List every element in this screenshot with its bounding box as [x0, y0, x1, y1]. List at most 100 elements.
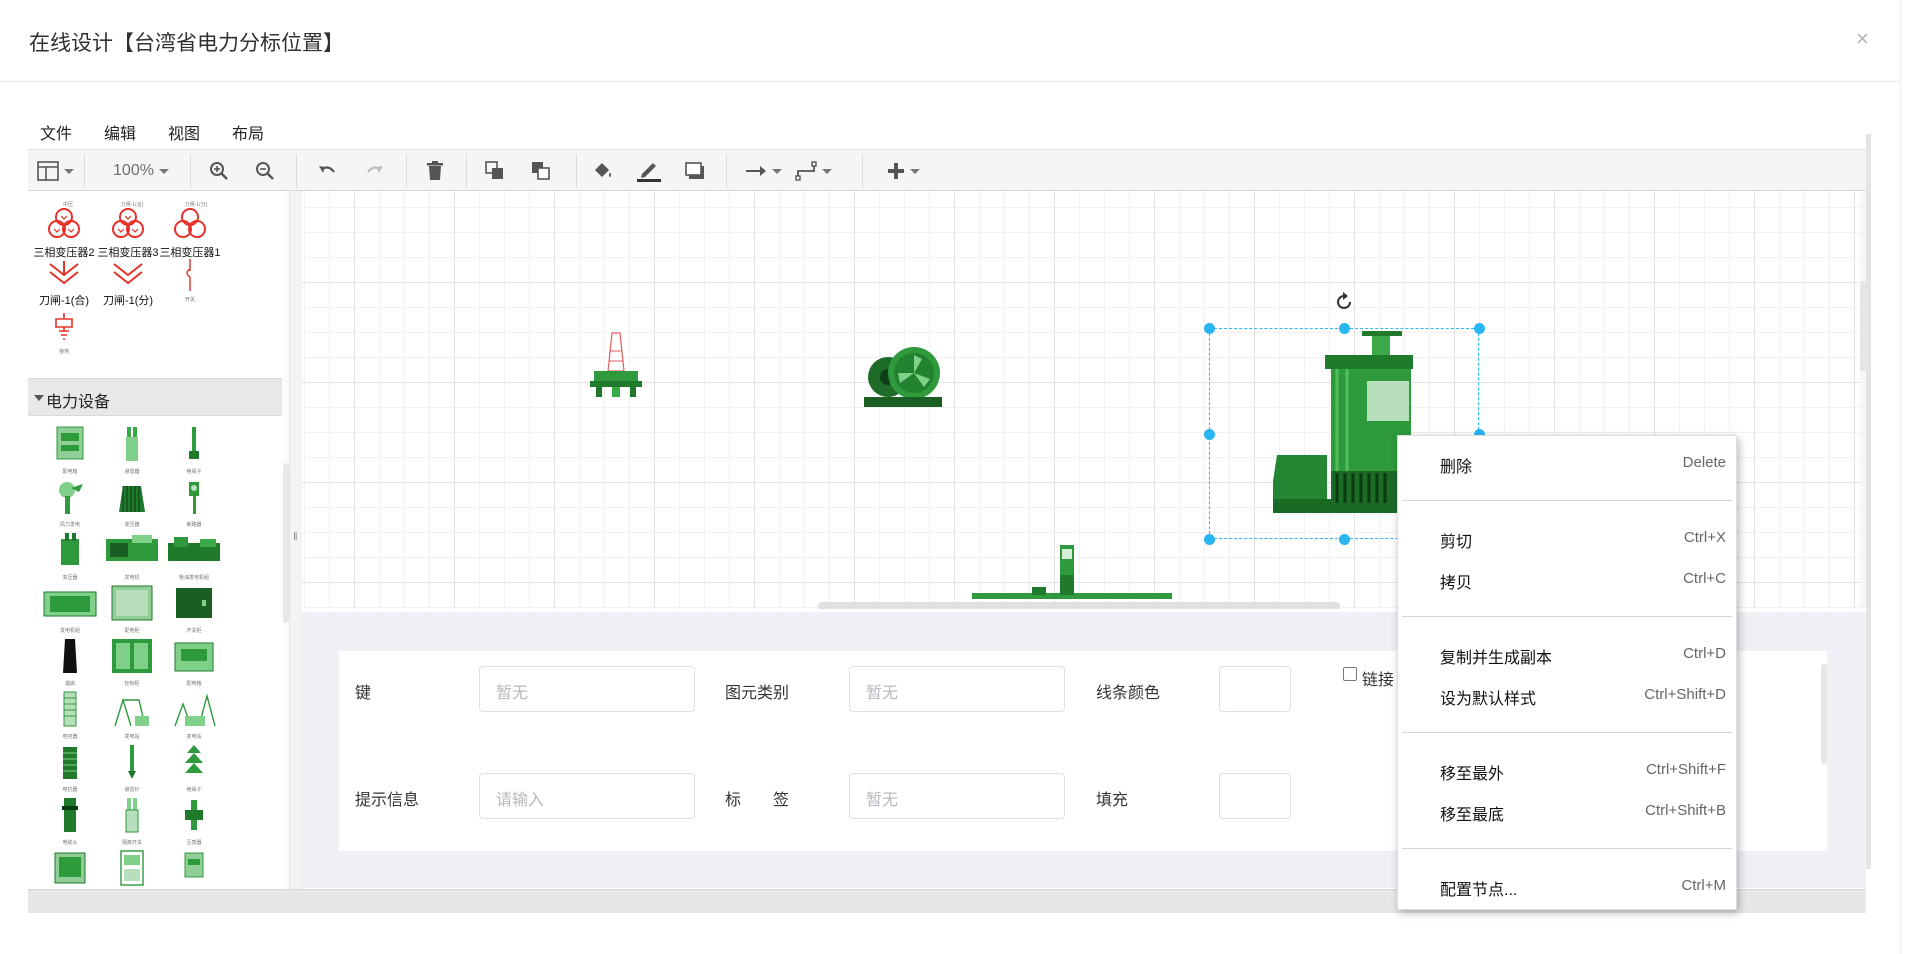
delete-button[interactable] — [418, 150, 452, 192]
shape-switch[interactable]: 开关 — [158, 259, 222, 303]
menu-file[interactable]: 文件 — [28, 116, 72, 146]
resize-handle[interactable] — [1204, 323, 1215, 334]
context-item-duplicate[interactable]: 复制并生成副本 Ctrl+D — [1398, 637, 1738, 671]
equipment-shape[interactable]: 隔离开关 — [102, 796, 162, 846]
shadow-button[interactable] — [678, 150, 712, 192]
arrow-right-icon — [745, 166, 766, 176]
equipment-shape[interactable]: 配电箱 — [40, 425, 100, 475]
menu-view[interactable]: 视图 — [156, 116, 200, 146]
equipment-shape[interactable]: 绝缘子 — [164, 425, 224, 475]
equipment-shape[interactable]: 控制柜 — [102, 637, 162, 687]
context-item-copy[interactable]: 拷贝 Ctrl+C — [1398, 562, 1738, 596]
type-field[interactable]: 暂无 — [849, 666, 1065, 712]
to-back-button[interactable] — [524, 150, 558, 192]
context-item-delete[interactable]: 删除 Delete — [1398, 446, 1738, 480]
equipment-icon — [185, 745, 203, 773]
fill-color-button[interactable] — [586, 150, 620, 192]
equipment-label: 风力发电 — [59, 522, 80, 528]
equipment-icon — [106, 535, 158, 561]
sidebar-splitter[interactable]: ‖ — [289, 191, 302, 889]
page-scrollbar[interactable] — [1900, 0, 1920, 954]
line-color-picker[interactable] — [1219, 666, 1291, 712]
resize-handle[interactable] — [1204, 534, 1215, 545]
bring-to-front-icon — [485, 161, 503, 179]
tip-field[interactable]: 请输入 — [479, 773, 695, 819]
equipment-shape[interactable]: 变压器 — [102, 478, 162, 528]
menu-bar: 文件 编辑 视图 布局 — [28, 116, 284, 146]
equipment-shape[interactable]: 发电机组 — [40, 584, 100, 634]
equipment-shape[interactable]: 配电箱 — [164, 637, 224, 687]
context-menu: 删除 Delete 剪切 Ctrl+X 拷贝 Ctrl+C 复制并生成副本 Ctrl+D… — [1397, 435, 1737, 910]
equipment-label: 开关柜 — [186, 628, 202, 634]
generator-motor-shape[interactable] — [862, 341, 944, 409]
resize-handle[interactable] — [1204, 429, 1215, 440]
context-item-to-back[interactable]: 移至最底 Ctrl+Shift+B — [1398, 794, 1738, 828]
chevron-down-icon — [909, 168, 920, 174]
context-item-configure-node[interactable]: 配置节点... Ctrl+M — [1398, 869, 1738, 903]
equipment-shape[interactable]: 变压器 — [40, 531, 100, 581]
zoom-out-button[interactable] — [248, 150, 282, 192]
menu-layout[interactable]: 布局 — [220, 116, 264, 146]
transformer-icon — [174, 208, 206, 238]
tag-field[interactable]: 暂无 — [849, 773, 1065, 819]
equipment-shape[interactable]: 配电柜 — [102, 584, 162, 634]
resize-handle[interactable] — [1339, 323, 1350, 334]
equipment-shape[interactable]: 电容器 — [40, 690, 100, 740]
panel-toggle-button[interactable] — [34, 150, 76, 192]
undo-button[interactable] — [310, 150, 344, 192]
equipment-shape[interactable]: 电抗器 — [40, 743, 100, 793]
to-front-button[interactable] — [478, 150, 512, 192]
shape-three-phase-transformer-1[interactable]: 三相变压器1 — [158, 207, 222, 260]
section-power-equipment[interactable]: 电力设备 — [28, 378, 282, 416]
zoom-in-button[interactable] — [202, 150, 236, 192]
equipment-shape[interactable]: 电表 — [164, 849, 224, 889]
shape-ground[interactable]: 接地 — [32, 313, 96, 355]
context-item-cut[interactable]: 剪切 Ctrl+X — [1398, 521, 1738, 555]
equipment-shape[interactable]: 配电柜 — [40, 849, 100, 889]
fill-color-picker[interactable] — [1219, 773, 1291, 819]
equipment-shape[interactable]: 变电站 — [102, 690, 162, 740]
link-checkbox[interactable] — [1343, 667, 1357, 681]
resize-handle[interactable] — [1474, 323, 1485, 334]
equipment-shape[interactable]: 绝缘子 — [164, 743, 224, 793]
insert-button[interactable] — [880, 150, 926, 192]
drilling-platform-shape[interactable] — [586, 331, 646, 401]
context-item-to-front[interactable]: 移至最外 Ctrl+Shift+F — [1398, 753, 1738, 787]
editor-vertical-scrollbar[interactable] — [1866, 134, 1871, 869]
equipment-shape[interactable]: 烟囱 — [40, 637, 100, 687]
equipment-shape[interactable]: 电缆头 — [40, 796, 100, 846]
close-icon[interactable]: × — [1856, 26, 1869, 52]
shape-three-phase-transformer-3[interactable]: 三相变压器3 — [96, 207, 160, 260]
context-item-set-default-style[interactable]: 设为默认样式 Ctrl+Shift+D — [1398, 678, 1738, 712]
rotate-icon[interactable] — [1333, 291, 1355, 313]
equipment-shape[interactable]: 控制箱 — [102, 849, 162, 889]
equipment-shape[interactable]: 断路器 — [164, 478, 224, 528]
key-field[interactable]: 暂无 — [479, 666, 695, 712]
equipment-shape[interactable]: 变电站 — [164, 690, 224, 740]
equipment-shape[interactable]: 风力发电 — [40, 478, 100, 528]
equipment-shape[interactable]: 避雷针 — [102, 743, 162, 793]
equipment-shape[interactable]: 柴油发电机组 — [164, 531, 224, 581]
waypoint-style-button[interactable] — [790, 150, 836, 192]
zoom-select[interactable]: 100% — [106, 150, 176, 192]
shape-three-phase-transformer-2[interactable]: 三相变压器2 — [32, 207, 96, 260]
connection-style-button[interactable] — [740, 150, 786, 192]
shape-knife-switch-closed[interactable]: 刀闸-1(合) — [32, 261, 96, 308]
equipment-icon — [174, 642, 214, 672]
menu-divider — [1402, 848, 1732, 849]
equipment-shape[interactable]: 发电机 — [102, 531, 162, 581]
menu-divider — [1402, 732, 1732, 733]
equipment-shape[interactable]: 互感器 — [164, 796, 224, 846]
layout-panels-icon — [36, 161, 59, 181]
equipment-shape[interactable]: 避雷器 — [102, 425, 162, 475]
toolbar-divider — [862, 154, 863, 188]
equipment-shape[interactable]: 开关柜 — [164, 584, 224, 634]
canvas-horizontal-scrollbar[interactable] — [818, 602, 1340, 609]
properties-scrollbar[interactable] — [1821, 664, 1827, 764]
line-color-button[interactable] — [632, 150, 666, 192]
menu-edit[interactable]: 编辑 — [92, 116, 136, 146]
resize-handle[interactable] — [1339, 534, 1350, 545]
pipe-equipment-shape[interactable] — [972, 545, 1172, 609]
shape-knife-switch-open[interactable]: 刀闸-1(分) — [96, 261, 160, 308]
redo-button[interactable] — [358, 150, 392, 192]
